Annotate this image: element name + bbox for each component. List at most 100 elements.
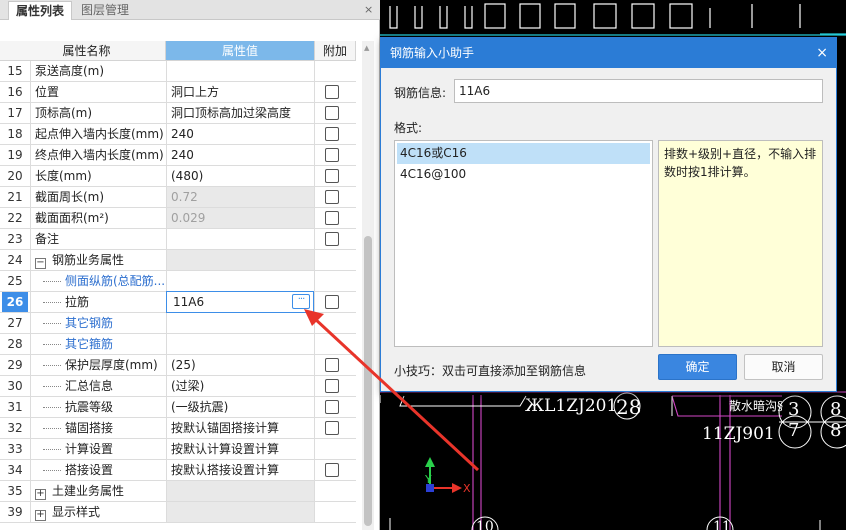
extra-checkbox[interactable] <box>325 400 339 414</box>
property-value[interactable] <box>166 481 314 501</box>
property-name: 保护层厚度(mm) <box>30 355 166 375</box>
property-value[interactable]: 按默认锚固搭接计算 <box>166 418 314 438</box>
property-name-text: 长度(mm) <box>35 169 92 183</box>
property-value[interactable] <box>166 271 314 291</box>
property-row[interactable]: 34 搭接设置 按默认搭接设置计算 <box>0 460 356 481</box>
property-row[interactable]: 21 截面周长(m) 0.72 <box>0 187 356 208</box>
property-row[interactable]: 24 − 钢筋业务属性 <box>0 250 356 271</box>
property-row[interactable]: 29 保护层厚度(mm) (25) <box>0 355 356 376</box>
format-item[interactable]: 4C16@100 <box>395 164 652 185</box>
property-value[interactable]: 0.029 <box>166 208 314 228</box>
property-value[interactable]: 按默认计算设置计算 <box>166 439 314 459</box>
extra-checkbox[interactable] <box>325 295 339 309</box>
property-row[interactable]: 35 + 土建业务属性 <box>0 481 356 502</box>
tree-connector <box>43 470 61 471</box>
property-row[interactable]: 16 位置 洞口上方 <box>0 82 356 103</box>
row-number: 15 <box>7 64 23 78</box>
rebar-info-input[interactable] <box>454 79 823 103</box>
property-name: 起点伸入墙内长度(mm) <box>30 124 166 144</box>
tree-connector <box>43 386 61 387</box>
extra-checkbox[interactable] <box>325 463 339 477</box>
property-value[interactable] <box>166 502 314 522</box>
extra-checkbox[interactable] <box>325 190 339 204</box>
property-row[interactable]: 28 其它箍筋 <box>0 334 356 355</box>
extra-checkbox[interactable] <box>325 232 339 246</box>
format-item[interactable]: 4C16或C16 <box>397 143 650 164</box>
property-value[interactable]: 洞口上方 <box>166 82 314 102</box>
more-options-icon[interactable]: ··· <box>292 294 310 309</box>
property-value[interactable]: 0.72 <box>166 187 314 207</box>
extra-checkbox[interactable] <box>325 379 339 393</box>
extra-checkbox[interactable] <box>325 148 339 162</box>
column-header-extra[interactable]: 附加 <box>315 41 356 60</box>
tab-property-list[interactable]: 属性列表 <box>8 1 72 20</box>
property-name-text: 侧面纵筋(总配筋... <box>65 274 166 288</box>
tab-layer-management[interactable]: 图层管理 <box>72 1 138 20</box>
scrollbar-thumb[interactable] <box>364 236 372 526</box>
property-row[interactable]: 39 + 显示样式 <box>0 502 356 523</box>
property-row[interactable]: 19 终点伸入墙内长度(mm) 240 <box>0 145 356 166</box>
property-value[interactable] <box>166 250 314 270</box>
close-icon[interactable]: × <box>816 38 828 68</box>
property-row[interactable]: 20 长度(mm) (480) <box>0 166 356 187</box>
property-value[interactable]: 240 <box>166 124 314 144</box>
column-header-name[interactable]: 属性名称 <box>8 41 166 60</box>
property-row[interactable]: 31 抗震等级 (一级抗震) <box>0 397 356 418</box>
row-number: 26 <box>0 292 30 312</box>
property-row[interactable]: 32 锚固搭接 按默认锚固搭接计算 <box>0 418 356 439</box>
property-row[interactable]: 33 计算设置 按默认计算设置计算 <box>0 439 356 460</box>
property-value[interactable]: (480) <box>166 166 314 186</box>
extra-checkbox[interactable] <box>325 85 339 99</box>
property-row[interactable]: 15 泵送高度(m) <box>0 61 356 82</box>
property-row[interactable]: 26 拉筋 11A6 ··· <box>0 291 356 313</box>
extra-cell <box>314 166 356 186</box>
property-row[interactable]: 27 其它钢筋 <box>0 313 356 334</box>
property-value[interactable]: (过梁) <box>166 376 314 396</box>
expand-icon[interactable]: + <box>35 510 46 521</box>
ok-button[interactable]: 确定 <box>658 354 737 380</box>
property-value[interactable] <box>166 334 314 354</box>
property-value[interactable]: 240 <box>166 145 314 165</box>
row-number: 31 <box>7 400 23 414</box>
collapse-icon[interactable]: − <box>35 258 46 269</box>
row-number: 32 <box>7 421 23 435</box>
property-value[interactable]: 洞口顶标高加过梁高度 <box>166 103 314 123</box>
row-number: 39 <box>7 505 23 519</box>
property-value[interactable]: 按默认搭接设置计算 <box>166 460 314 480</box>
property-name: 截面周长(m) <box>30 187 166 207</box>
property-row[interactable]: 18 起点伸入墙内长度(mm) 240 <box>0 124 356 145</box>
property-value[interactable] <box>166 313 314 333</box>
property-row[interactable]: 17 顶标高(m) 洞口顶标高加过梁高度 <box>0 103 356 124</box>
scrollbar[interactable]: ▲ <box>362 41 374 530</box>
property-row[interactable]: 23 备注 <box>0 229 356 250</box>
scroll-up-icon[interactable]: ▲ <box>364 44 369 52</box>
property-name-text: 截面周长(m) <box>35 190 105 204</box>
extra-cell <box>314 271 356 291</box>
property-row[interactable]: 22 截面面积(m²) 0.029 <box>0 208 356 229</box>
expand-icon[interactable]: + <box>35 489 46 500</box>
column-header-value[interactable]: 属性值 <box>166 41 315 60</box>
property-row[interactable]: 25 侧面纵筋(总配筋... <box>0 271 356 292</box>
property-value[interactable] <box>166 229 314 249</box>
property-value-editor[interactable]: 11A6 ··· <box>166 291 314 313</box>
extra-checkbox[interactable] <box>325 106 339 120</box>
property-row[interactable]: 30 汇总信息 (过梁) <box>0 376 356 397</box>
extra-checkbox[interactable] <box>325 169 339 183</box>
property-name: 搭接设置 <box>30 460 166 480</box>
extra-checkbox[interactable] <box>325 127 339 141</box>
extra-checkbox[interactable] <box>325 358 339 372</box>
close-icon[interactable]: × <box>364 3 373 16</box>
format-list[interactable]: 4C16或C16 4C16@100 <box>394 140 653 347</box>
axis-x-label: X <box>463 482 471 495</box>
extra-cell <box>314 418 356 438</box>
property-name: − 钢筋业务属性 <box>30 250 166 270</box>
extra-checkbox[interactable] <box>325 421 339 435</box>
extra-checkbox[interactable] <box>325 211 339 225</box>
property-value[interactable]: (一级抗震) <box>166 397 314 417</box>
property-name-text: 顶标高(m) <box>35 106 93 120</box>
format-label: 格式: <box>394 121 423 135</box>
property-value[interactable]: (25) <box>166 355 314 375</box>
cancel-button[interactable]: 取消 <box>744 354 823 380</box>
property-value[interactable] <box>166 61 314 81</box>
row-number: 35 <box>7 484 23 498</box>
